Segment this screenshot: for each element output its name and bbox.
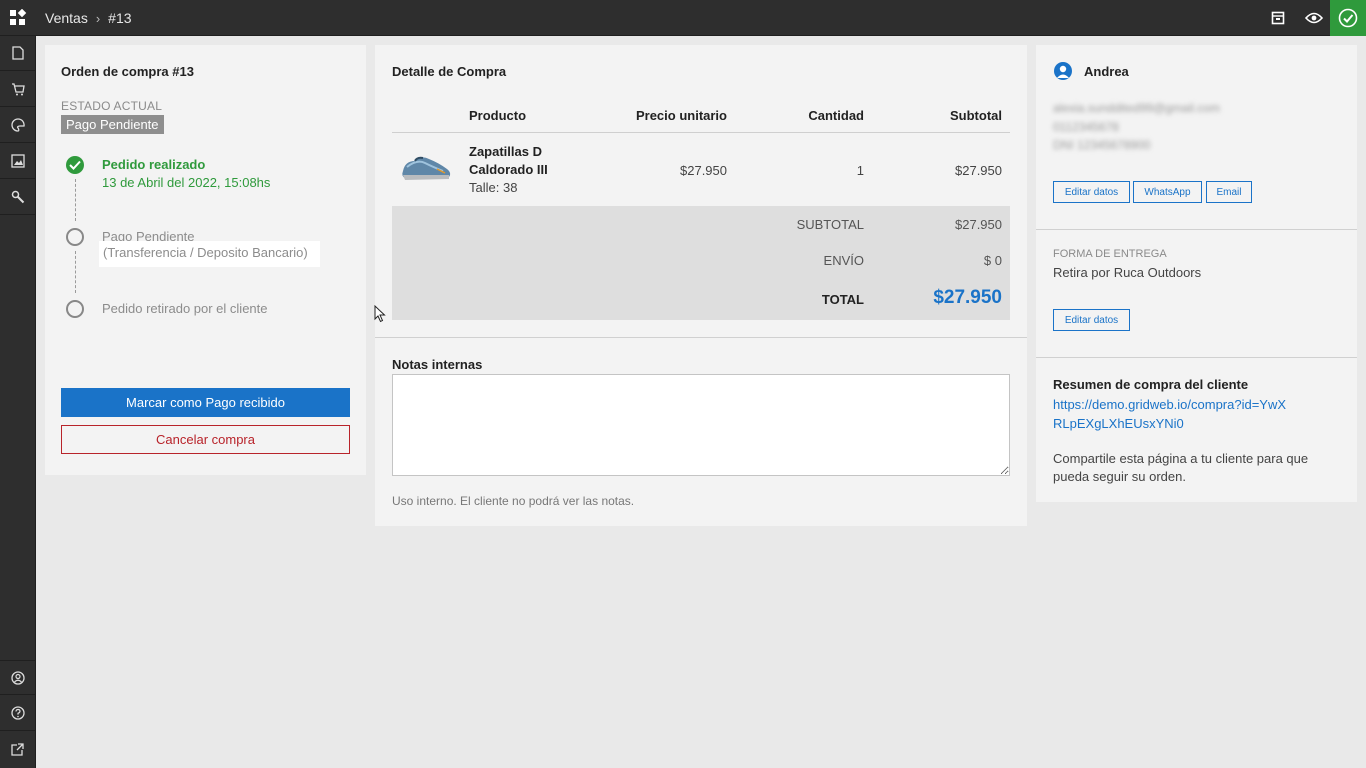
customer-panel: Andrea alexia.sunddited99@gmail.com 0112… — [1036, 45, 1357, 502]
empty-circle-icon — [66, 300, 84, 318]
shipping-label: ENVÍO — [823, 253, 864, 268]
timeline-connector — [75, 179, 76, 221]
notes-help-text: Uso interno. El cliente no podrá ver las… — [392, 494, 635, 508]
divider — [1036, 229, 1357, 230]
product-image — [399, 149, 453, 185]
summary-text: Compartile esta página a tu cliente para… — [1053, 451, 1309, 484]
external-link-icon[interactable] — [0, 732, 35, 767]
column-header: Producto — [469, 108, 527, 123]
payment-method-detail: (Transferencia / Deposito Bancario) — [99, 241, 320, 267]
timeline-connector — [75, 251, 76, 293]
quantity: 1 — [856, 163, 864, 178]
archive-icon[interactable] — [1260, 0, 1296, 36]
column-header: Cantidad — [808, 108, 864, 123]
top-bar: Ventas › #13 — [0, 0, 1366, 36]
subtotal-value: $27.950 — [955, 217, 1002, 232]
summary-link[interactable]: https://demo.gridweb.io/compra?id=YwXRLp… — [1053, 395, 1293, 433]
palette-icon[interactable] — [0, 108, 35, 143]
preview-eye-icon[interactable] — [1296, 0, 1332, 36]
column-header: Precio unitario — [635, 108, 727, 123]
unit-price: $27.950 — [680, 163, 727, 178]
status-label: ESTADO ACTUAL — [61, 99, 163, 113]
total-label: TOTAL — [821, 292, 864, 307]
divider — [375, 337, 1027, 338]
line-subtotal: $27.950 — [955, 163, 1002, 178]
mark-paid-button[interactable]: Marcar como Pago recibido — [61, 388, 350, 417]
delivery-label: FORMA DE ENTREGA — [1053, 248, 1167, 260]
customer-email: alexia.sunddited99@gmail.com — [1053, 101, 1220, 115]
empty-circle-icon — [66, 228, 84, 246]
edit-customer-button[interactable]: Editar datos — [1053, 181, 1130, 203]
email-button[interactable]: Email — [1206, 181, 1252, 203]
image-icon[interactable] — [0, 144, 35, 179]
shipping-value: $ 0 — [983, 253, 1002, 268]
order-title: Orden de compra #13 — [61, 64, 194, 79]
step-title: Pedido retirado por el cliente — [102, 301, 268, 316]
delivery-value: Retira por Ruca Outdoors — [1053, 265, 1202, 280]
customer-phone: 0112345678 — [1053, 120, 1119, 134]
check-icon[interactable] — [1330, 0, 1366, 36]
column-header: Subtotal — [950, 108, 1002, 123]
check-circle-icon — [66, 156, 84, 174]
total-value: $27.950 — [933, 287, 1002, 308]
edit-delivery-button[interactable]: Editar datos — [1053, 309, 1130, 331]
tools-icon[interactable] — [0, 180, 35, 215]
product-size: Talle: 38 — [469, 180, 518, 195]
breadcrumb-order: #13 — [108, 10, 132, 26]
sidebar — [0, 36, 36, 768]
user-icon[interactable] — [0, 660, 35, 695]
chevron-right-icon: › — [95, 10, 101, 26]
summary-title: Resumen de compra del cliente — [1053, 377, 1249, 392]
divider — [392, 132, 1010, 133]
cart-icon[interactable] — [0, 72, 35, 107]
customer-dni: DNI 12345678900 — [1053, 138, 1151, 152]
dashboard-icon[interactable] — [0, 0, 36, 36]
cancel-order-button[interactable]: Cancelar compra — [61, 425, 350, 454]
order-status-panel: Orden de compra #13 ESTADO ACTUAL Pago P… — [45, 45, 366, 475]
step-title: Pedido realizado — [102, 157, 206, 172]
product-name: Zapatillas D Caldorado III — [469, 144, 548, 177]
breadcrumb: Ventas › #13 — [45, 0, 132, 36]
breadcrumb-ventas[interactable]: Ventas — [45, 10, 88, 26]
internal-notes-textarea[interactable] — [392, 374, 1010, 476]
subtotal-label: SUBTOTAL — [796, 217, 864, 232]
totals-box: SUBTOTAL $27.950 ENVÍO $ 0 TOTAL $27.950 — [392, 206, 1010, 320]
step-date: 13 de Abril del 2022, 15:08hs — [102, 175, 271, 190]
status-badge: Pago Pendiente — [61, 115, 164, 134]
notes-title: Notas internas — [392, 357, 483, 372]
divider — [1036, 357, 1357, 358]
help-icon[interactable] — [0, 696, 35, 731]
detail-title: Detalle de Compra — [392, 64, 507, 79]
mouse-cursor-icon — [374, 304, 386, 323]
avatar — [1054, 62, 1072, 80]
purchase-detail-panel: Detalle de Compra Producto Precio unitar… — [375, 45, 1027, 526]
customer-name: Andrea — [1084, 64, 1129, 79]
whatsapp-button[interactable]: WhatsApp — [1133, 181, 1202, 203]
document-icon[interactable] — [0, 36, 35, 71]
